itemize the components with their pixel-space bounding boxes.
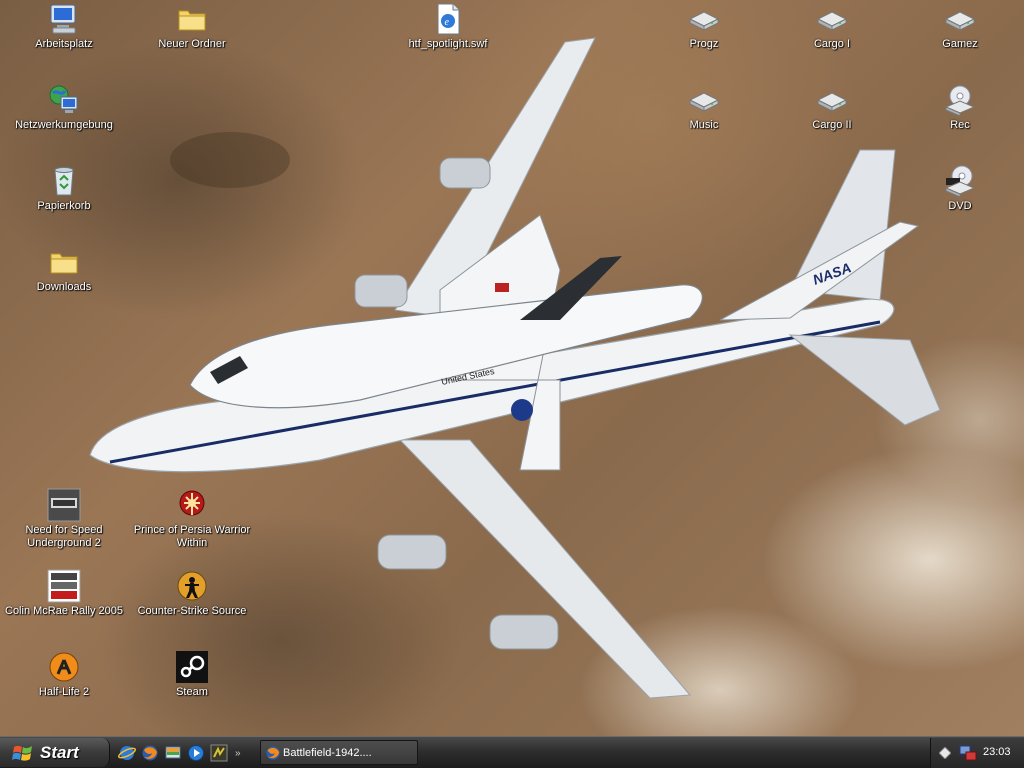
icon-label: Progz xyxy=(689,38,719,50)
folder-icon xyxy=(47,245,81,279)
icon-label: Cargo I xyxy=(813,38,851,50)
desktop-icon-neuer-ordner[interactable]: Neuer Ordner xyxy=(128,2,256,51)
network-icon xyxy=(47,83,81,117)
system-tray: 23:03 xyxy=(930,738,1024,768)
desktop-icon-cargo-1[interactable]: Cargo I xyxy=(768,2,896,51)
icon-label: Counter-Strike Source xyxy=(137,605,247,617)
desktop-icon-rec[interactable]: Rec xyxy=(896,83,1024,132)
recycle-bin-icon xyxy=(47,164,81,198)
desktop-icon-prince-of-persia[interactable]: Prince of Persia Warrior Within xyxy=(128,488,256,550)
icon-label: Gamez xyxy=(942,38,978,50)
desktop-icon-half-life-2[interactable]: Half-Life 2 xyxy=(0,650,128,699)
icon-label: Papierkorb xyxy=(37,200,91,212)
desktop-icon-music[interactable]: Music xyxy=(640,83,768,132)
icon-label: Steam xyxy=(176,686,208,698)
hard-drive-icon xyxy=(815,83,849,117)
windows-flag-icon xyxy=(12,745,32,761)
task-label: Battlefield-1942.... xyxy=(283,746,372,759)
pop-game-icon xyxy=(175,488,209,522)
desktop-icon-colin-mcrae[interactable]: Colin McRae Rally 2005 xyxy=(0,569,128,618)
taskbar-button-battlefield-1942[interactable]: Battlefield-1942.... xyxy=(260,740,418,765)
network-connection-icon[interactable] xyxy=(959,744,977,762)
firefox-icon xyxy=(266,746,280,760)
svg-text:e: e xyxy=(445,17,450,28)
icon-label: Music xyxy=(689,119,719,131)
cd-drive-icon xyxy=(943,83,977,117)
desktop-icon-papierkorb[interactable]: Papierkorb xyxy=(0,164,128,213)
icon-label: htf_spotlight.swf xyxy=(408,38,488,50)
hard-drive-icon xyxy=(687,2,721,36)
folder-icon xyxy=(175,2,209,36)
quick-launch-bar: » xyxy=(118,742,249,764)
internet-explorer-icon[interactable] xyxy=(118,744,136,762)
tray-diamond-icon[interactable] xyxy=(939,747,951,759)
icon-label: Need for Speed Underground 2 xyxy=(25,524,103,549)
desktop-icon-netzwerkumgebung[interactable]: Netzwerkumgebung xyxy=(0,83,128,132)
my-computer-icon xyxy=(47,2,81,36)
steam-icon xyxy=(175,650,209,684)
icon-label: Downloads xyxy=(36,281,92,293)
hard-drive-icon xyxy=(687,83,721,117)
clock[interactable]: 23:03 xyxy=(983,746,1011,758)
flash-document-icon: e xyxy=(431,2,465,36)
icon-label: Arbeitsplatz xyxy=(35,38,93,50)
taskbar: Start » Battlefield-1942.... 23:03 xyxy=(0,736,1024,768)
desktop-icon-progz[interactable]: Progz xyxy=(640,2,768,51)
quick-launch-more-button[interactable]: » xyxy=(235,748,241,759)
desktop-icon-cargo-2[interactable]: Cargo II xyxy=(768,83,896,132)
desktop-icon-nfs-underground-2[interactable]: Need for Speed Underground 2 xyxy=(0,488,128,550)
colin-mcrae-game-icon xyxy=(47,569,81,603)
icon-label: Neuer Ordner xyxy=(158,38,226,50)
icon-label: Netzwerkumgebung xyxy=(15,119,113,131)
dvd-drive-icon xyxy=(943,164,977,198)
icon-label: Prince of Persia Warrior Within xyxy=(133,524,251,549)
icon-label: Half-Life 2 xyxy=(38,686,90,698)
desktop-icon-dvd[interactable]: DVD xyxy=(896,164,1024,213)
firefox-icon[interactable] xyxy=(141,744,159,762)
show-desktop-icon[interactable] xyxy=(164,744,182,762)
icon-label: Cargo II xyxy=(812,119,852,131)
start-button[interactable]: Start xyxy=(0,738,110,767)
desktop-icon-arbeitsplatz[interactable]: Arbeitsplatz xyxy=(0,2,128,51)
icon-label: DVD xyxy=(948,200,972,212)
desktop-icon-steam[interactable]: Steam xyxy=(128,650,256,699)
media-player-icon[interactable] xyxy=(187,744,205,762)
winamp-icon[interactable] xyxy=(210,744,228,762)
hard-drive-icon xyxy=(815,2,849,36)
desktop: NASA United States Arbeitsplatz Netzwerk… xyxy=(0,0,1024,736)
half-life-2-icon xyxy=(47,650,81,684)
desktop-icon-gamez[interactable]: Gamez xyxy=(896,2,1024,51)
icon-label: Rec xyxy=(950,119,970,131)
hard-drive-icon xyxy=(943,2,977,36)
icon-label: Colin McRae Rally 2005 xyxy=(5,605,123,617)
nfs-game-icon xyxy=(47,488,81,522)
desktop-icon-htf-spotlight[interactable]: e htf_spotlight.swf xyxy=(384,2,512,51)
start-label: Start xyxy=(40,742,79,762)
desktop-icon-counter-strike-source[interactable]: Counter-Strike Source xyxy=(128,569,256,618)
desktop-icon-downloads[interactable]: Downloads xyxy=(0,245,128,294)
counter-strike-icon xyxy=(175,569,209,603)
